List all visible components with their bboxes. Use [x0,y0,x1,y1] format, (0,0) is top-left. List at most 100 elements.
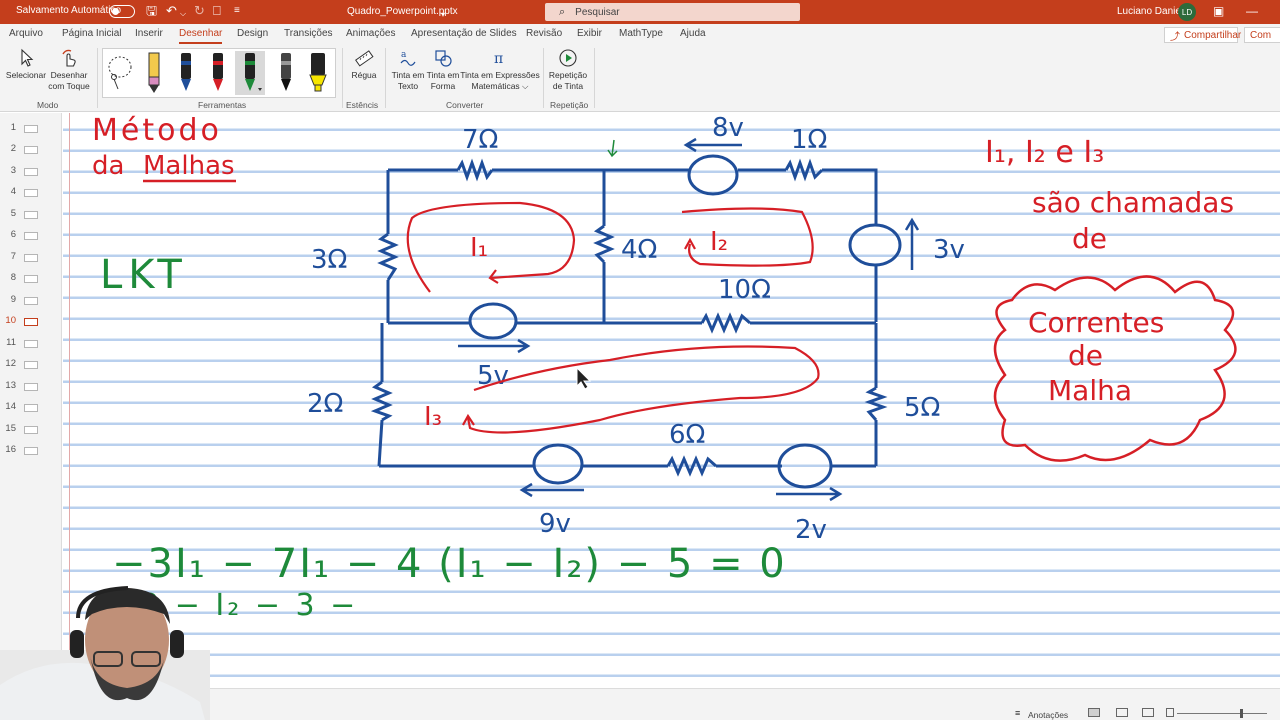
slide-thumbnail[interactable] [24,211,38,219]
ink-to-math-button[interactable]: π Tinta em Expressões Matemáticas ⌵ [460,48,540,92]
slideshow-icon[interactable] [1166,708,1174,717]
mouse-cursor-icon [576,366,592,390]
slide-number: 12 [5,358,16,369]
pen-blue-tool[interactable] [171,51,201,95]
resistor-4ohm [593,224,615,264]
circuit-labels: 7Ω 8v 1Ω 3Ω 4Ω 3v 10Ω 5v 2Ω 5Ω 6Ω 9v 2v [307,113,965,545]
notes-button[interactable]: Anotações [1028,710,1068,720]
highlighter-icon [309,53,327,92]
ribbon-separator [342,48,343,108]
tab-inserir[interactable]: Inserir [135,28,163,39]
tab-transicoes[interactable]: Transições [284,28,333,39]
reading-view-icon[interactable] [1142,708,1154,717]
tab-arquivo[interactable]: Arquivo [9,28,43,39]
autosave-label: Salvamento Automático [16,5,122,16]
replay-icon [559,49,577,67]
label-9v: 9v [539,509,571,539]
slide-thumbnail[interactable] [24,404,38,412]
slide-thumbnail-active[interactable] [24,318,38,326]
tab-design[interactable]: Design [237,28,268,39]
undo-dropdown-icon[interactable]: ⌵ [180,7,186,21]
board-title-da: da [92,151,124,181]
ink-to-text-button[interactable]: a Tinta em Texto [389,48,427,92]
lasso-select-tool[interactable] [105,51,135,95]
slide-thumbnail[interactable] [24,254,38,262]
user-name[interactable]: Luciano Daniel [1117,6,1183,17]
equation-line1: −3I₁ − 7I₁ − 4 (I₁ − I₂) − 5 = 0 [112,541,787,587]
slide-thumbnail[interactable] [24,361,38,369]
group-label-modo: Modo [37,100,59,110]
select-button[interactable]: Selecionar [4,48,48,81]
draw-with-touch-button[interactable]: Desenhar com Toque [46,48,92,92]
mesh-labels: I₁ I₂ I₃ [424,227,728,432]
slide-thumbnail[interactable] [24,447,38,455]
pen-red-tool[interactable] [203,51,233,95]
resistor-3ohm [377,232,399,281]
group-label-converter: Converter [446,100,484,110]
resistor-10ohm [700,312,751,334]
label-6ohm: 6Ω [669,420,705,450]
slide-number: 16 [5,444,16,455]
comments-button[interactable]: Com [1244,27,1280,43]
slide-number: 4 [10,186,16,197]
tab-pagina-inicial[interactable]: Página Inicial [62,28,121,39]
pen-black-tool[interactable] [271,51,301,95]
search-box[interactable]: ⌕ Pesquisar [545,3,800,21]
slide-number: 7 [10,251,16,262]
slide-thumbnail[interactable] [24,275,38,283]
zoom-slider-thumb[interactable] [1240,709,1243,718]
slide-thumbnail[interactable] [24,340,38,348]
filename-chevron-icon[interactable]: ▾ [441,8,445,22]
tab-revisao[interactable]: Revisão [526,28,562,39]
slide-thumbnail[interactable] [24,189,38,197]
avatar[interactable]: LD [1178,3,1196,21]
normal-view-icon[interactable] [1088,708,1100,717]
slide-number: 3 [10,165,16,176]
zoom-slider[interactable] [1177,713,1267,714]
resistor-1ohm [784,158,824,182]
slide-number: 14 [5,401,16,412]
label-2v: 2v [795,515,827,545]
mesh-label-1: I₁ [470,233,488,263]
ink-replay-button[interactable]: Repetição de Tinta [546,48,590,92]
undo-icon[interactable]: ↶ [166,4,177,18]
redo-icon[interactable]: ↻ [194,4,205,18]
board-title-malhas: Malhas [143,151,235,181]
slide-thumbnail[interactable] [24,426,38,434]
slide-thumbnail[interactable] [24,125,38,133]
tab-animacoes[interactable]: Animações [346,28,395,39]
slide-thumbnail[interactable] [24,232,38,240]
highlighter-yellow-tool[interactable] [303,51,333,95]
share-button[interactable]: ⤴ Compartilhar [1164,27,1241,43]
ruler-button[interactable]: Régua [347,48,381,81]
pen-green-tool[interactable] [235,51,265,95]
customize-qat-icon[interactable]: ≡ [234,4,240,18]
tab-desenhar[interactable]: Desenhar [179,28,223,44]
tab-mathtype[interactable]: MathType [619,28,663,39]
ink-to-shape-button[interactable]: Tinta em Forma [424,48,462,92]
slide-sorter-icon[interactable] [1116,708,1128,717]
source-8v [687,154,739,196]
slide-thumbnail[interactable] [24,146,38,154]
autosave-toggle[interactable] [109,5,135,18]
resistor-6ohm [666,455,717,477]
slide-thumbnail[interactable] [24,168,38,176]
present-icon[interactable]: ⎕ [213,4,221,18]
tab-apresentacao[interactable]: Apresentação de Slides [411,28,517,39]
save-icon[interactable]: 🖫 [146,4,157,18]
bubble-line1: Correntes [1028,306,1164,339]
svg-text:a: a [401,50,407,60]
chevron-down-icon: ⌵ [519,81,529,91]
tab-ajuda[interactable]: Ajuda [680,28,706,39]
ribbon-separator [385,48,386,108]
webcam-overlay [0,586,210,720]
slide-canvas[interactable]: Método da Malhas LKT I₁, I₂ e I₃ são cha… [63,113,1280,688]
slide-thumbnail[interactable] [24,383,38,391]
tab-exibir[interactable]: Exibir [577,28,602,39]
slide-thumbnail[interactable] [24,297,38,305]
pencil-pink-tool[interactable] [139,51,169,95]
ribbon-display-icon[interactable]: ▣ [1213,4,1224,18]
ribbon: Selecionar Desenhar com Toque Modo Ferra… [0,44,1280,112]
slide-number: 13 [5,380,16,391]
minimize-icon[interactable]: — [1246,4,1258,18]
